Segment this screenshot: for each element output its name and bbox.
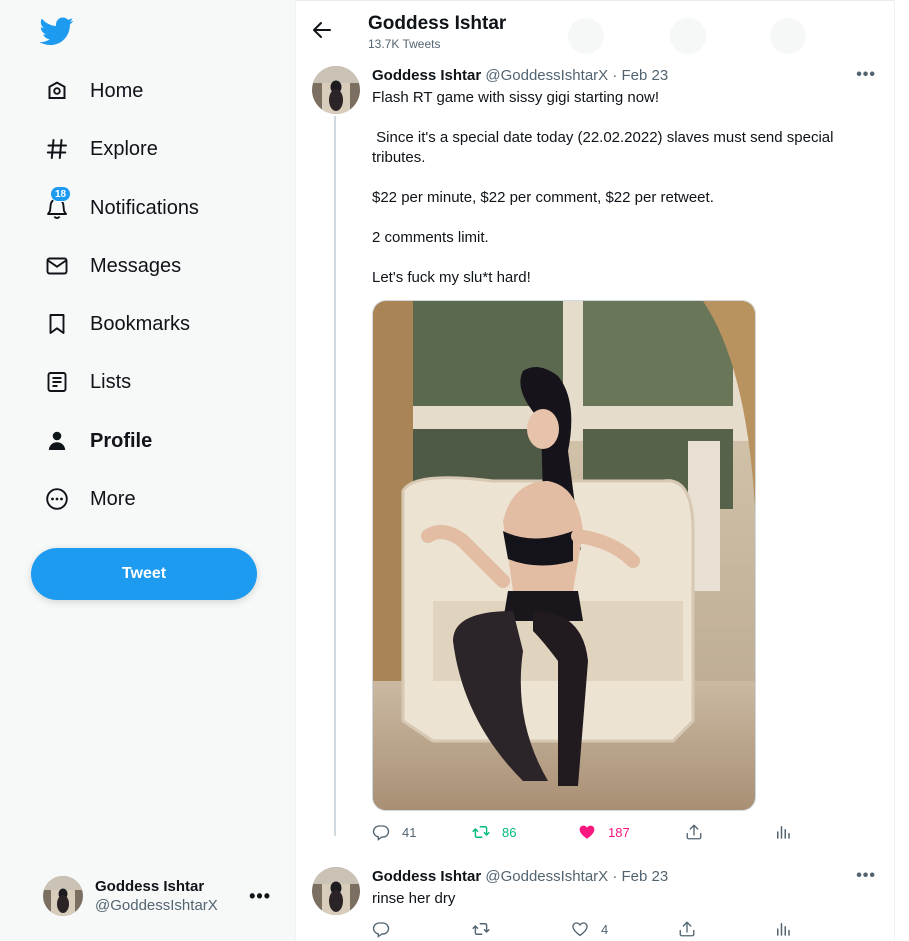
reply-button[interactable]: 41 (372, 823, 416, 841)
share-button[interactable] (685, 823, 703, 841)
account-switcher[interactable]: Goddess Ishtar @GoddessIshtarX ••• (30, 864, 285, 928)
analytics-icon (777, 826, 790, 839)
notification-badge: 18 (50, 186, 72, 202)
tweet-button[interactable]: Tweet (31, 548, 257, 600)
retweet-icon (472, 826, 490, 838)
sidebar-item-notifications[interactable]: 18 Notifications (30, 185, 213, 231)
retweet-count: 86 (502, 824, 517, 840)
sidebar-item-label: Notifications (90, 196, 199, 219)
tweet-author-name[interactable]: Goddess Ishtar (372, 868, 481, 885)
tweet-actions: 4 (372, 920, 802, 941)
tweet-count: 13.7K Tweets (368, 37, 441, 51)
person-icon (44, 428, 70, 454)
bell-icon: 18 (44, 186, 72, 221)
sidebar-item-label: Messages (90, 254, 182, 277)
like-count: 187 (608, 824, 630, 840)
avatar (43, 876, 83, 916)
account-handle: @GoddessIshtarX (95, 897, 218, 914)
main-column: Goddess Ishtar 13.7K Tweets Goddess Isht… (295, 0, 895, 941)
twitter-logo-icon[interactable] (39, 14, 74, 48)
envelope-icon (44, 253, 70, 279)
analytics-icon (777, 923, 790, 936)
sidebar-item-profile[interactable]: Profile (30, 418, 166, 464)
sidebar-item-label: Lists (90, 370, 132, 393)
sidebar-item-more[interactable]: More (30, 476, 150, 522)
avatar[interactable] (312, 66, 360, 114)
tweet-paragraph: 2 comments limit. (372, 229, 489, 246)
more-dots-icon[interactable]: ••• (249, 886, 271, 907)
retweet-button[interactable]: 86 (472, 823, 516, 841)
sidebar-item-label: More (90, 487, 136, 510)
tweet-paragraph: Let's fuck my slu*t hard! (372, 269, 531, 286)
faded-header-icon (770, 18, 806, 54)
tweet-meta[interactable]: @GoddessIshtarX · Feb 23 (485, 868, 668, 885)
tweet-more-icon[interactable]: ••• (856, 66, 876, 84)
page-title: Goddess Ishtar (368, 13, 507, 34)
tweet-photo[interactable] (372, 300, 756, 811)
reply-icon (372, 922, 390, 938)
tweet-paragraph: Flash RT game with sissy gigi starting n… (372, 89, 660, 106)
tweet-paragraph: $22 per minute, $22 per comment, $22 per… (372, 189, 714, 206)
bookmark-icon (44, 311, 70, 337)
sidebar-item-label: Bookmarks (90, 312, 191, 335)
analytics-button[interactable] (774, 823, 792, 841)
tweet-actions: 41 86 187 (372, 823, 802, 847)
retweet-icon (472, 923, 490, 935)
reply-button[interactable] (372, 920, 402, 938)
profile-header: Goddess Ishtar 13.7K Tweets (296, 4, 894, 56)
share-icon (686, 824, 702, 840)
home-icon (44, 78, 70, 104)
faded-header-icon (568, 18, 604, 54)
like-button[interactable]: 187 (578, 823, 630, 841)
sidebar-item-lists[interactable]: Lists (30, 359, 145, 405)
tweet-paragraph: Since it's a special date today (22.02.2… (372, 129, 838, 166)
reply-count: 41 (402, 824, 417, 840)
heart-icon (572, 922, 588, 937)
sidebar-item-label: Explore (90, 137, 158, 160)
tweet-header: Goddess Ishtar @GoddessIshtarX · Feb 23 (372, 67, 668, 84)
sidebar-item-label: Profile (90, 429, 153, 452)
tweet-more-icon[interactable]: ••• (856, 867, 876, 885)
tweet-meta[interactable]: @GoddessIshtarX · Feb 23 (485, 67, 668, 84)
tweet-paragraph: rinse her dry (372, 890, 456, 907)
share-button[interactable] (678, 920, 696, 938)
more-circle-icon (44, 486, 70, 512)
sidebar-item-explore[interactable]: Explore (30, 126, 172, 172)
analytics-button[interactable] (774, 920, 792, 938)
back-arrow-icon[interactable] (310, 18, 334, 42)
faded-header-icon (670, 18, 706, 54)
like-button[interactable]: 4 (571, 920, 608, 938)
reply-icon (372, 825, 390, 841)
sidebar-item-bookmarks[interactable]: Bookmarks (30, 301, 204, 347)
sidebar-item-home[interactable]: Home (30, 68, 157, 114)
like-count: 4 (601, 921, 609, 937)
tweet-header: Goddess Ishtar @GoddessIshtarX · Feb 23 (372, 868, 668, 885)
share-icon (679, 921, 695, 937)
tweet-author-name[interactable]: Goddess Ishtar (372, 67, 481, 84)
sidebar: Home Explore 18 Notifications Messages B… (0, 0, 295, 941)
list-icon (44, 369, 70, 395)
thread-connector (334, 116, 336, 836)
account-name: Goddess Ishtar (95, 878, 205, 895)
sidebar-item-label: Home (90, 79, 144, 102)
hashtag-icon (44, 136, 70, 162)
heart-filled-icon (579, 825, 595, 839)
avatar[interactable] (312, 867, 360, 915)
tweet-text: Flash RT game with sissy gigi starting n… (372, 88, 862, 308)
sidebar-item-messages[interactable]: Messages (30, 243, 195, 289)
retweet-button[interactable] (472, 920, 502, 938)
